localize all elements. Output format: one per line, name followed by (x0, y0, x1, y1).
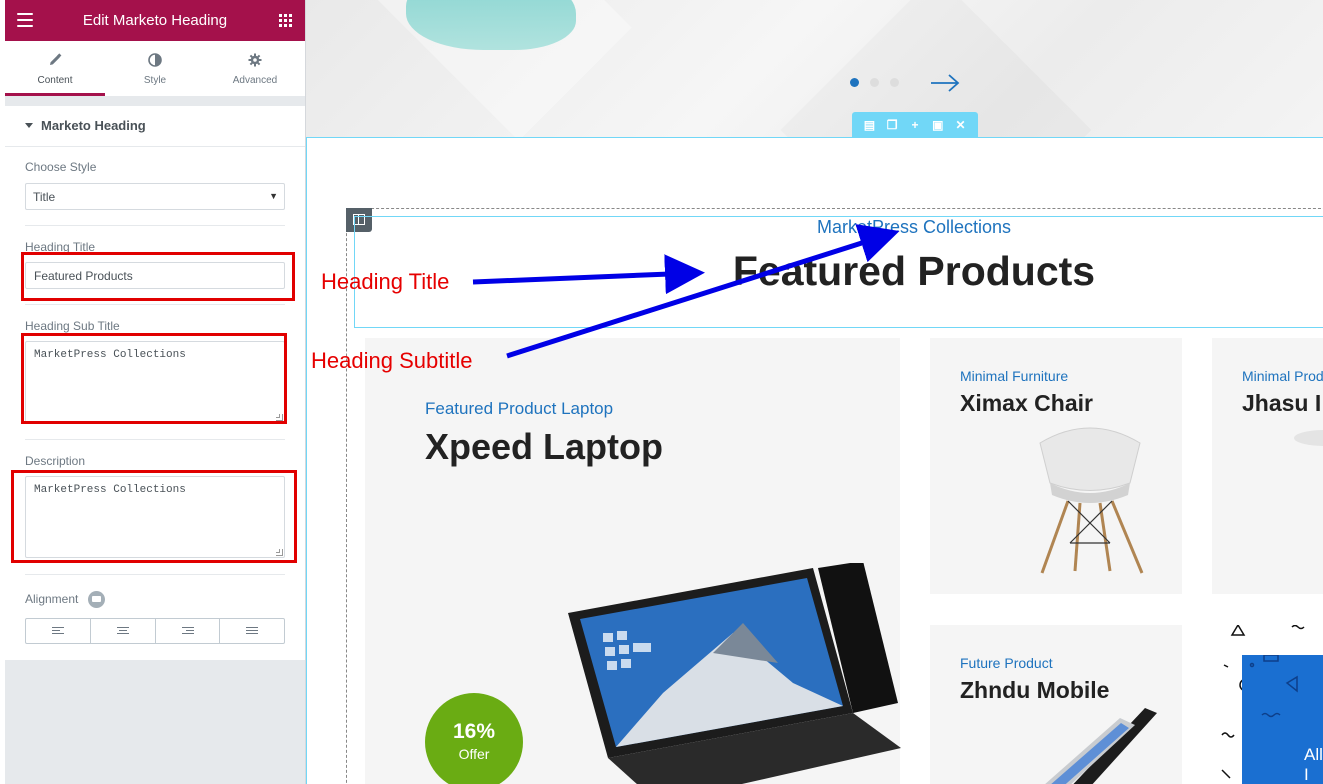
tab-content[interactable]: Content (5, 41, 105, 96)
align-justify-icon (246, 627, 259, 636)
heading-title: Featured Products (732, 248, 1096, 294)
close-icon[interactable]: ✕ (954, 118, 968, 132)
hamburger-menu-icon[interactable] (17, 13, 33, 27)
divider (5, 146, 305, 147)
offer-badge: 16% Offer (425, 693, 523, 784)
tab-advanced[interactable]: Advanced (205, 41, 305, 96)
align-left-button[interactable] (26, 619, 91, 643)
arrow-right-icon[interactable] (929, 73, 961, 93)
duplicate-icon[interactable]: ❐ (885, 118, 899, 132)
highlight-description (11, 470, 297, 563)
divider (25, 225, 285, 226)
product-image (1294, 430, 1323, 446)
product-subtitle: Future Product (960, 655, 1053, 671)
panel-tabs: Content Style Advanced (5, 41, 305, 96)
align-center-icon (116, 627, 129, 636)
tab-style-label: Style (143, 75, 167, 86)
gear-icon (205, 53, 305, 69)
section-title: Marketo Heading (41, 118, 146, 133)
panel-title: Edit Marketo Heading (82, 12, 228, 29)
choose-style-value: Title (33, 190, 56, 204)
align-right-icon (181, 627, 194, 636)
product-title: Zhndu Mobile (960, 677, 1110, 703)
save-icon[interactable]: ▣ (931, 118, 945, 132)
alignment-label: Alignment (25, 592, 79, 606)
column-layout-icon[interactable]: ▤ (862, 118, 876, 132)
pencil-icon (5, 53, 105, 69)
offer-percent: 16% (452, 720, 496, 743)
heading-subtitle: MarketPress Collections (816, 217, 1012, 237)
section-toolbar: ▤ ❐ + ▣ ✕ (852, 112, 978, 137)
product-card[interactable]: Minimal Furniture Ximax Chair (930, 338, 1182, 594)
highlight-heading-subtitle (21, 333, 287, 424)
align-justify-button[interactable] (220, 619, 284, 643)
add-icon[interactable]: + (908, 118, 922, 132)
hero-slider (306, 0, 1323, 137)
align-center-button[interactable] (91, 619, 156, 643)
choose-style-label: Choose Style (25, 160, 97, 174)
product-card[interactable]: Minimal Prod Jhasu I (1212, 338, 1323, 594)
widgets-grid-icon[interactable] (279, 14, 292, 27)
product-card[interactable]: Featured Product Laptop Xpeed Laptop 16%… (365, 338, 901, 784)
panel-header: Edit Marketo Heading (5, 0, 305, 41)
choose-style-select[interactable]: Title ▼ (25, 183, 285, 210)
page-preview: ▤ ❐ + ▣ ✕ MarketPress Collections Featur… (306, 0, 1323, 784)
slider-dot-3[interactable] (890, 78, 899, 87)
chair-image (1039, 427, 1144, 574)
product-card[interactable]: Future Product Zhndu Mobile (930, 625, 1182, 784)
slider-dot-2[interactable] (870, 78, 879, 87)
annotation-heading-subtitle: Heading Subtitle (311, 348, 473, 373)
tab-style[interactable]: Style (105, 41, 205, 96)
promo-text: All I (1304, 745, 1323, 784)
laptop-image (568, 563, 901, 784)
align-right-button[interactable] (156, 619, 221, 643)
contrast-icon (105, 53, 205, 69)
alignment-choices (25, 618, 285, 644)
offer-label: Offer (458, 746, 490, 762)
product-title: Ximax Chair (960, 390, 1093, 416)
product-subtitle: Minimal Furniture (960, 368, 1069, 384)
tab-advanced-label: Advanced (232, 75, 278, 86)
mobile-phone-image (1045, 708, 1157, 784)
divider (25, 439, 285, 440)
annotation-heading-title: Heading Title (321, 269, 450, 294)
align-left-icon (52, 627, 64, 636)
responsive-desktop-icon[interactable] (88, 591, 105, 608)
highlight-heading-title (21, 252, 295, 301)
tab-content-label: Content (37, 75, 73, 86)
divider (25, 574, 285, 575)
product-title: Jhasu I (1242, 390, 1322, 416)
description-label: Description (25, 454, 86, 468)
product-subtitle: Featured Product Laptop (425, 399, 614, 418)
promo-banner[interactable]: All I (1242, 655, 1323, 784)
slider-dot-1[interactable] (850, 78, 859, 87)
product-subtitle: Minimal Prod (1242, 368, 1323, 384)
product-title: Xpeed Laptop (425, 426, 664, 467)
caret-down-icon (25, 123, 33, 128)
dropdown-arrow-icon: ▼ (269, 191, 278, 201)
heading-subtitle-label: Heading Sub Title (25, 319, 120, 333)
section-toggle[interactable]: Marketo Heading (25, 118, 146, 133)
divider (25, 304, 285, 305)
